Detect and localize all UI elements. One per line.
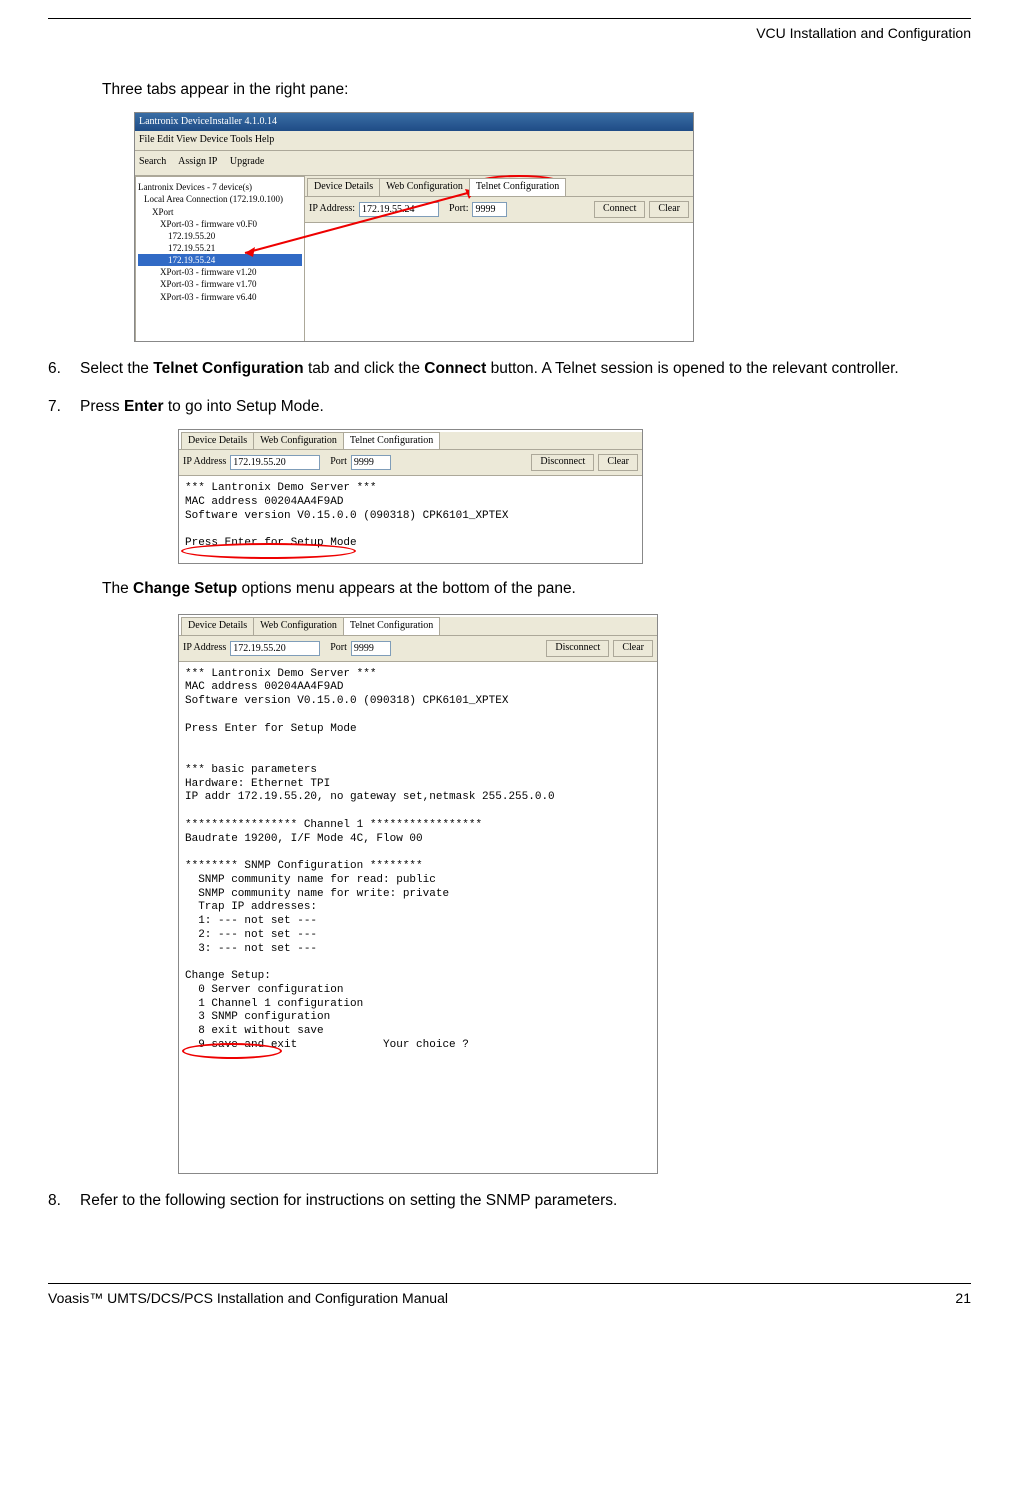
text: The — [102, 580, 133, 597]
tree-ip1: 172.19.55.20 — [138, 230, 302, 242]
clear-button: Clear — [613, 640, 653, 657]
screenshot-device-installer: Lantronix DeviceInstaller 4.1.0.14 File … — [134, 112, 694, 342]
port-field — [351, 455, 391, 470]
disconnect-button: Disconnect — [531, 454, 594, 471]
tab-device-details: Device Details — [307, 178, 380, 196]
step-7: 7. Press Enter to go into Setup Mode. — [48, 396, 971, 418]
tree-fw4: XPort-03 - firmware v6.40 — [138, 291, 302, 303]
bold-enter: Enter — [124, 398, 164, 415]
ip-field — [230, 641, 320, 656]
step-8: 8. Refer to the following section for in… — [48, 1190, 971, 1212]
tree-fw3: XPort-03 - firmware v1.70 — [138, 278, 302, 290]
bold-connect: Connect — [424, 360, 486, 377]
tab-device-details: Device Details — [181, 432, 254, 450]
bold-change-setup: Change Setup — [133, 580, 237, 597]
tab-web-config: Web Configuration — [253, 617, 344, 635]
ip-bar: IP Address Port Disconnect Clear — [179, 635, 657, 661]
text: button. A Telnet session is opened to th… — [486, 360, 898, 377]
tree-xport: XPort — [138, 206, 302, 218]
page-footer: Voasis™ UMTS/DCS/PCS Installation and Co… — [48, 1283, 971, 1308]
tree-ip3-selected: 172.19.55.24 — [138, 254, 302, 266]
text: Press — [80, 398, 124, 415]
text: to go into Setup Mode. — [164, 398, 324, 415]
tab-telnet-config: Telnet Configuration — [343, 432, 440, 450]
ip-bar: IP Address: Port: Connect Clear — [305, 196, 693, 222]
step-number: 6. — [48, 358, 80, 380]
bold-telnet: Telnet Configuration — [153, 360, 303, 377]
tab-device-details: Device Details — [181, 617, 254, 635]
port-label: Port — [330, 641, 347, 656]
ip-field — [359, 202, 439, 217]
ip-label: IP Address — [183, 641, 226, 656]
connect-button: Connect — [594, 201, 645, 218]
blank-pane — [305, 222, 693, 342]
toolbar-assign-ip: Assign IP — [178, 156, 217, 167]
window-title: Lantronix DeviceInstaller 4.1.0.14 — [135, 113, 693, 132]
clear-button: Clear — [598, 454, 638, 471]
intro-text: Three tabs appear in the right pane: — [102, 79, 971, 101]
tree-fw2: XPort-03 - firmware v1.20 — [138, 266, 302, 278]
header-rule — [48, 18, 971, 19]
header-title: VCU Installation and Configuration — [48, 23, 971, 43]
change-setup-note: The Change Setup options menu appears at… — [102, 578, 971, 600]
footer-rule — [48, 1283, 971, 1284]
tree-firmware: XPort-03 - firmware v0.F0 — [138, 218, 302, 230]
clear-button: Clear — [649, 201, 689, 218]
text: options menu appears at the bottom of th… — [237, 580, 576, 597]
toolbar: Search Assign IP Upgrade — [135, 151, 693, 177]
menu-bar: File Edit View Device Tools Help — [135, 131, 693, 151]
toolbar-upgrade: Upgrade — [230, 156, 264, 167]
text: Select the — [80, 360, 153, 377]
toolbar-search: Search — [139, 156, 166, 167]
tab-telnet-config: Telnet Configuration — [343, 617, 440, 635]
ip-field — [230, 455, 320, 470]
footer-left: Voasis™ UMTS/DCS/PCS Installation and Co… — [48, 1288, 448, 1308]
port-label: Port: — [449, 202, 468, 217]
ip-label: IP Address — [183, 455, 226, 470]
footer-page-number: 21 — [955, 1288, 971, 1308]
port-field — [351, 641, 391, 656]
console-output: *** Lantronix Demo Server *** MAC addres… — [179, 661, 657, 1161]
tab-web-config: Web Configuration — [379, 178, 470, 196]
screenshot-change-setup: Device Details Web Configuration Telnet … — [178, 614, 658, 1174]
step-number: 8. — [48, 1190, 80, 1212]
tree-root: Lantronix Devices - 7 device(s) — [138, 181, 302, 193]
ip-label: IP Address: — [309, 202, 355, 217]
device-tree: Lantronix Devices - 7 device(s) Local Ar… — [135, 176, 305, 342]
tree-lan: Local Area Connection (172.19.0.100) — [138, 193, 302, 205]
text: Refer to the following section for instr… — [80, 1190, 971, 1212]
step-6: 6. Select the Telnet Configuration tab a… — [48, 358, 971, 380]
tree-ip2: 172.19.55.21 — [138, 242, 302, 254]
text: tab and click the — [304, 360, 425, 377]
disconnect-button: Disconnect — [546, 640, 609, 657]
screenshot-setup-prompt: Device Details Web Configuration Telnet … — [178, 429, 643, 564]
port-label: Port — [330, 455, 347, 470]
port-field — [472, 202, 507, 217]
console-output: *** Lantronix Demo Server *** MAC addres… — [179, 475, 642, 557]
tab-web-config: Web Configuration — [253, 432, 344, 450]
tab-row: Device Details Web Configuration Telnet … — [307, 178, 693, 196]
step-number: 7. — [48, 396, 80, 418]
tab-telnet-config: Telnet Configuration — [469, 178, 566, 196]
ip-bar: IP Address Port Disconnect Clear — [179, 449, 642, 475]
